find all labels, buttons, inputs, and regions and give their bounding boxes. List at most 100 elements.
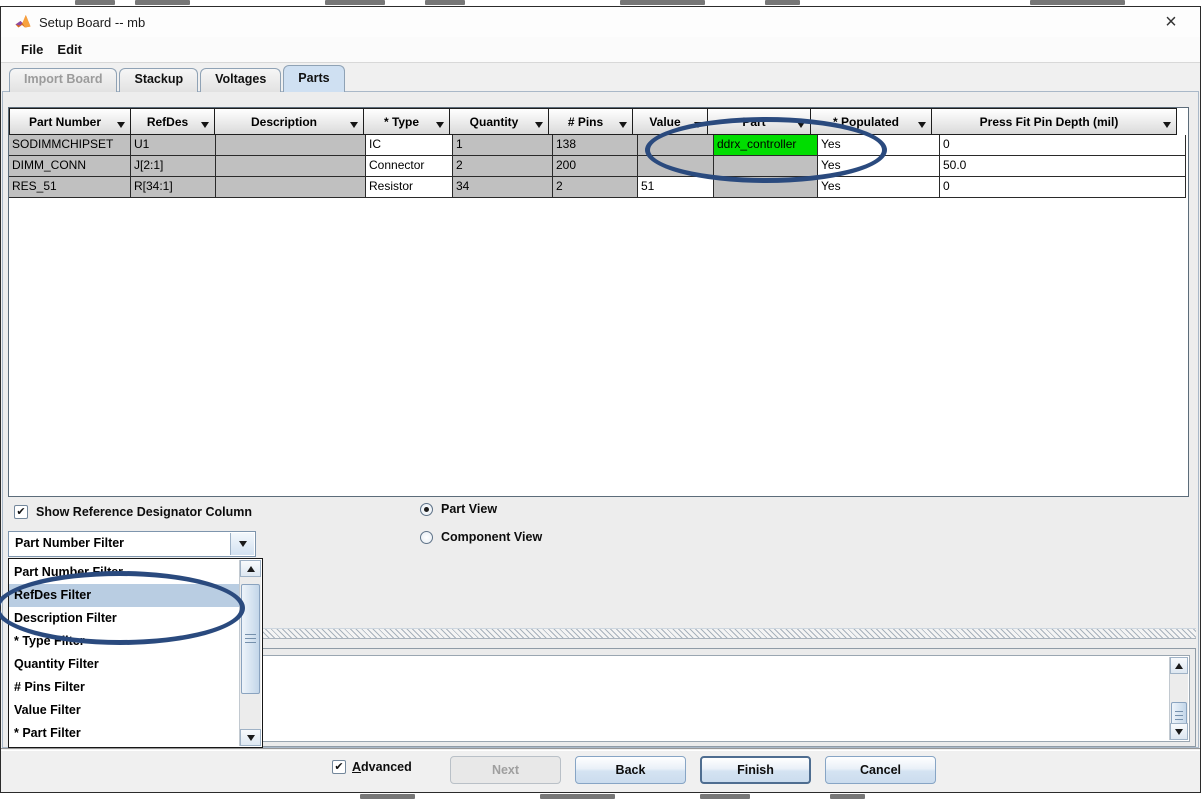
column-header-populated[interactable]: * Populated (810, 108, 932, 135)
column-header-label: * Type (380, 115, 433, 129)
table-cell[interactable] (216, 177, 366, 198)
radio-row-part-view: Part View (420, 502, 497, 516)
menu-file[interactable]: File (21, 42, 43, 57)
column-header-label: Description (247, 115, 331, 129)
table-cell[interactable]: Resistor (366, 177, 453, 198)
sort-arrow-icon[interactable] (350, 122, 358, 128)
table-cell[interactable]: R[34:1] (131, 177, 216, 198)
sort-arrow-icon[interactable] (117, 122, 125, 128)
cancel-button[interactable]: Cancel (825, 756, 936, 784)
sort-arrow-icon[interactable] (797, 122, 805, 128)
dropdown-item-part-filter[interactable]: * Part Filter (9, 722, 239, 745)
table-row[interactable]: DIMM_CONNJ[2:1] Connector2200 Yes50.0 (9, 156, 1188, 177)
show-refdes-checkbox[interactable]: ✔ (14, 505, 28, 519)
scroll-up-icon[interactable] (1170, 657, 1188, 674)
column-header-part[interactable]: Part (707, 108, 811, 135)
table-cell[interactable]: RES_51 (9, 177, 131, 198)
table-cell[interactable]: 0 (940, 177, 1186, 198)
log-vertical-scrollbar[interactable] (1169, 657, 1188, 740)
combobox-arrow-button[interactable] (230, 533, 254, 555)
filter-dropdown-popup: Part Number FilterRefDes FilterDescripti… (8, 558, 263, 748)
menu-edit[interactable]: Edit (57, 42, 82, 57)
table-cell[interactable] (714, 156, 818, 177)
table-cell[interactable]: 50.0 (940, 156, 1186, 177)
table-cell[interactable]: 51 (638, 177, 714, 198)
advanced-checkbox[interactable]: ✔ (332, 760, 346, 774)
column-header-refdes[interactable]: RefDes (130, 108, 215, 135)
scroll-down-icon[interactable] (240, 729, 261, 746)
finish-button[interactable]: Finish (700, 756, 811, 784)
filter-column-combobox[interactable]: Part Number Filter (8, 531, 256, 557)
column-header-pins[interactable]: # Pins (548, 108, 633, 135)
column-header-quantity[interactable]: Quantity (449, 108, 549, 135)
tab-import-board[interactable]: Import Board (9, 68, 117, 92)
background-artifact (425, 0, 465, 5)
radio-component-view[interactable] (420, 531, 433, 544)
table-cell[interactable] (714, 177, 818, 198)
screen-background: { "window": { "title": "Setup Board -- m… (0, 0, 1203, 798)
column-header-description[interactable]: Description (214, 108, 364, 135)
table-cell[interactable]: 2 (453, 156, 553, 177)
tab-voltages[interactable]: Voltages (200, 68, 281, 92)
table-cell[interactable]: SODIMMCHIPSET (9, 135, 131, 156)
sort-arrow-icon[interactable] (535, 122, 543, 128)
title-bar[interactable]: Setup Board -- mb × (1, 7, 1200, 37)
table-cell[interactable]: 2 (553, 177, 638, 198)
column-header-part-number[interactable]: Part Number (9, 108, 131, 135)
table-cell[interactable]: 138 (553, 135, 638, 156)
table-cell[interactable]: ddrx_controller (714, 135, 818, 156)
table-cell[interactable] (216, 156, 366, 177)
dropdown-item-part-number-filter[interactable]: Part Number Filter (9, 561, 239, 584)
sort-arrow-icon[interactable] (201, 122, 209, 128)
column-header-type[interactable]: * Type (363, 108, 450, 135)
close-icon[interactable]: × (1158, 10, 1184, 34)
advanced-label: Advanced (352, 760, 412, 774)
sort-arrow-icon[interactable] (619, 122, 627, 128)
table-cell[interactable]: Connector (366, 156, 453, 177)
background-artifact (360, 794, 415, 799)
scroll-up-icon[interactable] (240, 560, 261, 577)
table-cell[interactable]: Yes (818, 156, 940, 177)
table-cell[interactable] (638, 135, 714, 156)
back-button[interactable]: Back (575, 756, 686, 784)
table-cell[interactable]: U1 (131, 135, 216, 156)
table-cell[interactable] (216, 135, 366, 156)
table-cell[interactable]: Yes (818, 177, 940, 198)
matlab-logo-icon (15, 14, 31, 30)
dropdown-item-description-filter[interactable]: Description Filter (9, 607, 239, 630)
sort-arrow-icon[interactable] (918, 122, 926, 128)
radio-row-component-view: Component View (420, 530, 542, 544)
tab-stackup[interactable]: Stackup (119, 68, 198, 92)
sort-arrow-icon[interactable] (694, 122, 702, 128)
table-cell[interactable]: 200 (553, 156, 638, 177)
radio-part-view[interactable] (420, 503, 433, 516)
table-cell[interactable]: 1 (453, 135, 553, 156)
menu-bar: File Edit (1, 37, 1200, 63)
radio-label-component-view: Component View (441, 530, 542, 544)
table-cell[interactable]: 0 (940, 135, 1186, 156)
dropdown-item-pins-filter[interactable]: # Pins Filter (9, 676, 239, 699)
dropdown-vertical-scrollbar[interactable] (239, 560, 261, 746)
table-row[interactable]: SODIMMCHIPSETU1 IC1138 ddrx_controllerYes0 (9, 135, 1188, 156)
tab-parts[interactable]: Parts (283, 65, 344, 92)
dropdown-item-type-filter[interactable]: * Type Filter (9, 630, 239, 653)
table-cell[interactable]: 34 (453, 177, 553, 198)
table-cell[interactable]: Yes (818, 135, 940, 156)
table-cell[interactable] (638, 156, 714, 177)
table-row[interactable]: RES_51R[34:1] Resistor34251 Yes0 (9, 177, 1188, 198)
scrollbar-grip-icon (1175, 711, 1183, 721)
sort-arrow-icon[interactable] (1163, 122, 1171, 128)
scrollbar-thumb[interactable] (241, 584, 260, 694)
table-cell[interactable]: DIMM_CONN (9, 156, 131, 177)
column-header-press-fit-pin-depth-mil[interactable]: Press Fit Pin Depth (mil) (931, 108, 1177, 135)
setup-board-dialog: Setup Board -- mb × File Edit Import Boar… (0, 6, 1201, 793)
scroll-down-icon[interactable] (1170, 723, 1188, 740)
dropdown-item-quantity-filter[interactable]: Quantity Filter (9, 653, 239, 676)
check-icon: ✔ (334, 762, 343, 773)
dropdown-item-value-filter[interactable]: Value Filter (9, 699, 239, 722)
sort-arrow-icon[interactable] (436, 122, 444, 128)
column-header-value[interactable]: Value (632, 108, 708, 135)
dropdown-item-refdes-filter[interactable]: RefDes Filter (9, 584, 239, 607)
table-cell[interactable]: J[2:1] (131, 156, 216, 177)
table-cell[interactable]: IC (366, 135, 453, 156)
